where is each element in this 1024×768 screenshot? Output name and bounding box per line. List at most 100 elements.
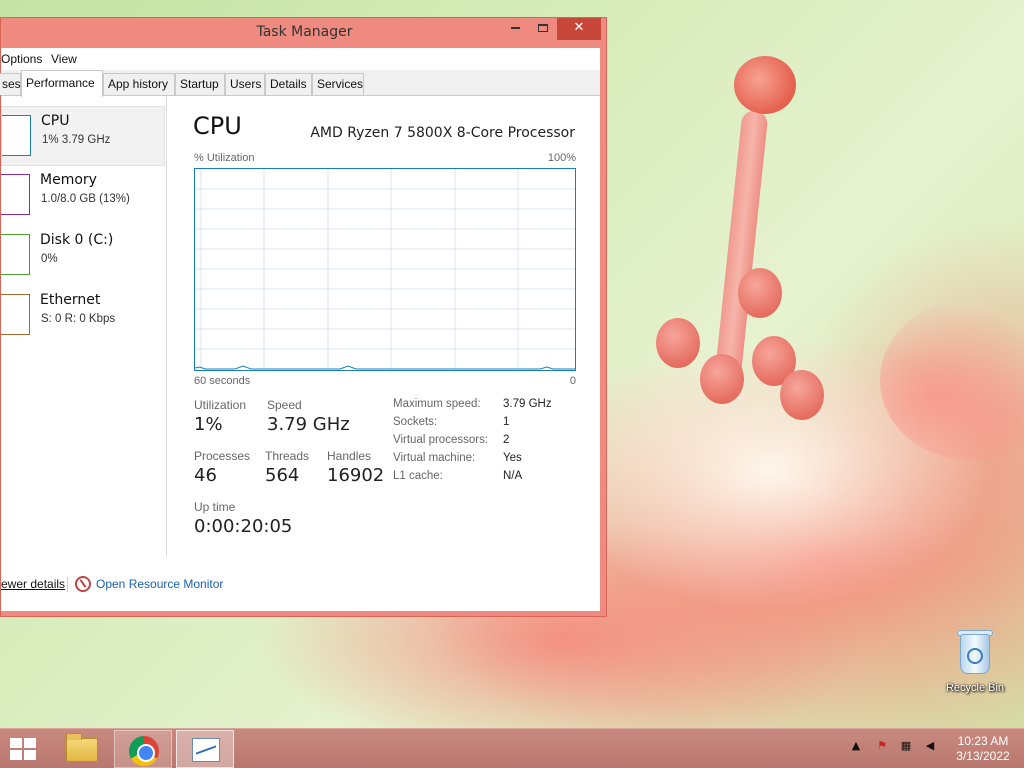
sockets-value: 1 xyxy=(503,416,510,428)
sidebar-item-disk[interactable]: Disk 0 (C:) 0% xyxy=(1,226,165,286)
virtual-machine-value: Yes xyxy=(503,452,522,464)
tab-performance[interactable]: Performance xyxy=(21,70,103,97)
sidebar-item-label: Ethernet xyxy=(40,292,101,308)
clock-time: 10:23 AM xyxy=(957,734,1009,748)
sidebar-item-memory[interactable]: Memory 1.0/8.0 GB (13%) xyxy=(1,166,165,226)
handles-label: Handles xyxy=(327,449,372,463)
volume-muted-icon[interactable]: ◀ xyxy=(922,739,938,757)
title-bar[interactable]: Task Manager ✕ xyxy=(1,18,608,48)
wallpaper-anther xyxy=(700,354,744,404)
sidebar-item-sub: 1.0/8.0 GB (13%) xyxy=(41,193,130,205)
minimize-button[interactable] xyxy=(501,18,529,40)
windows-logo-pane xyxy=(10,750,22,760)
window-footer: ewer details Open Resource Monitor xyxy=(1,574,600,598)
close-icon: ✕ xyxy=(573,20,585,35)
processes-label: Processes xyxy=(194,449,251,463)
taskbar-chrome[interactable] xyxy=(114,730,172,768)
cpu-graph-svg xyxy=(194,169,575,370)
folder-icon xyxy=(66,733,98,762)
performance-sidebar: CPU 1% 3.79 GHz Memory 1.0/8.0 GB (13%) … xyxy=(1,96,167,556)
speed-value: 3.79 GHz xyxy=(267,414,350,435)
recycle-symbol-icon xyxy=(967,648,983,664)
taskbar-task-manager[interactable] xyxy=(176,730,234,768)
windows-logo-pane xyxy=(24,738,36,748)
threads-value: 564 xyxy=(265,465,300,486)
virtual-processors-key: Virtual processors: xyxy=(393,434,489,446)
handles-value: 16902 xyxy=(327,465,385,486)
virtual-machine-key: Virtual machine: xyxy=(393,452,476,464)
tab-details[interactable]: Details xyxy=(265,73,312,95)
cpu-utilization-graph xyxy=(194,168,576,371)
window-client-area: Options View ses Performance App history… xyxy=(0,48,600,611)
maximize-icon xyxy=(538,23,548,32)
close-button[interactable]: ✕ xyxy=(557,18,601,40)
taskbar-clock[interactable]: 10:23 AM 3/13/2022 xyxy=(948,734,1018,764)
task-manager-window: Task Manager ✕ Options View ses Performa… xyxy=(0,17,607,617)
sidebar-item-sub: 0% xyxy=(41,253,58,265)
show-hidden-icons-chevron-icon[interactable]: ▲ xyxy=(848,739,864,757)
sockets-key: Sockets: xyxy=(393,416,438,428)
menu-view[interactable]: View xyxy=(51,52,77,66)
network-icon[interactable]: ▦ xyxy=(898,739,914,757)
resource-monitor-icon[interactable] xyxy=(75,576,91,592)
open-resource-monitor-link[interactable]: Open Resource Monitor xyxy=(96,577,223,591)
sidebar-item-label: CPU xyxy=(41,113,70,129)
sidebar-item-sub: S: 0 R: 0 Kbps xyxy=(41,313,116,325)
memory-mini-graph xyxy=(1,174,30,215)
wallpaper-anther xyxy=(780,370,824,420)
graph-y-max-label: 100% xyxy=(547,152,576,164)
virtual-processors-value: 2 xyxy=(503,434,510,446)
speed-label: Speed xyxy=(267,398,302,412)
taskbar: ▲ ⚑ ▦ ◀ 10:23 AM 3/13/2022 xyxy=(0,728,1024,768)
l1-cache-key: L1 cache: xyxy=(393,470,443,482)
windows-logo-pane xyxy=(24,750,36,760)
utilization-label: Utilization xyxy=(194,398,247,412)
ethernet-mini-graph xyxy=(1,294,30,335)
sidebar-item-label: Memory xyxy=(40,172,97,188)
uptime-label: Up time xyxy=(194,500,236,514)
sidebar-item-label: Disk 0 (C:) xyxy=(40,232,114,248)
task-manager-icon xyxy=(192,738,220,762)
l1-cache-value: N/A xyxy=(503,470,523,482)
sidebar-item-sub: 1% 3.79 GHz xyxy=(42,134,111,146)
fewer-details-link[interactable]: ewer details xyxy=(1,577,65,591)
graph-grid xyxy=(195,169,575,370)
action-center-flag-icon[interactable]: ⚑ xyxy=(874,739,890,757)
tab-startup[interactable]: Startup xyxy=(175,73,225,95)
recycle-bin-desktop-icon[interactable]: Recycle Bin xyxy=(940,630,1010,700)
wallpaper-anther xyxy=(738,268,782,318)
tab-app-history[interactable]: App history xyxy=(103,73,175,95)
page-title: CPU xyxy=(193,112,242,140)
recycle-bin-label: Recycle Bin xyxy=(945,682,1005,694)
cpu-detail-panel: CPU AMD Ryzen 7 5800X 8-Core Processor %… xyxy=(193,96,583,556)
processor-name: AMD Ryzen 7 5800X 8-Core Processor xyxy=(310,125,575,141)
wallpaper-flower-pistil xyxy=(734,56,796,114)
graph-x-left-label: 60 seconds xyxy=(194,375,251,387)
tab-users[interactable]: Users xyxy=(225,73,265,95)
graph-x-right-label: 0 xyxy=(569,375,576,387)
wallpaper-anther xyxy=(656,318,700,368)
uptime-value: 0:00:20:05 xyxy=(194,516,293,537)
cpu-mini-graph xyxy=(2,115,31,156)
tab-bar: ses Performance App history Startup User… xyxy=(0,70,600,97)
chrome-icon xyxy=(129,736,159,766)
footer-divider xyxy=(67,577,68,592)
max-speed-key: Maximum speed: xyxy=(393,398,481,410)
start-button[interactable] xyxy=(8,737,38,761)
clock-date: 3/13/2022 xyxy=(956,749,1010,763)
tab-processes[interactable]: ses xyxy=(0,73,21,95)
graph-y-label: % Utilization xyxy=(194,152,255,164)
taskbar-file-explorer[interactable] xyxy=(52,730,110,768)
sidebar-item-ethernet[interactable]: Ethernet S: 0 R: 0 Kbps xyxy=(1,286,165,346)
tab-services[interactable]: Services xyxy=(312,73,364,95)
processes-value: 46 xyxy=(194,465,217,486)
menu-options[interactable]: Options xyxy=(1,52,42,66)
max-speed-value: 3.79 GHz xyxy=(503,398,552,410)
maximize-button[interactable] xyxy=(529,18,557,40)
disk-mini-graph xyxy=(1,234,30,275)
sidebar-item-cpu[interactable]: CPU 1% 3.79 GHz xyxy=(1,106,165,166)
wallpaper-petal xyxy=(880,300,1024,460)
utilization-value: 1% xyxy=(194,414,223,435)
minimize-icon xyxy=(510,26,520,29)
menu-bar: Options View xyxy=(1,48,600,70)
